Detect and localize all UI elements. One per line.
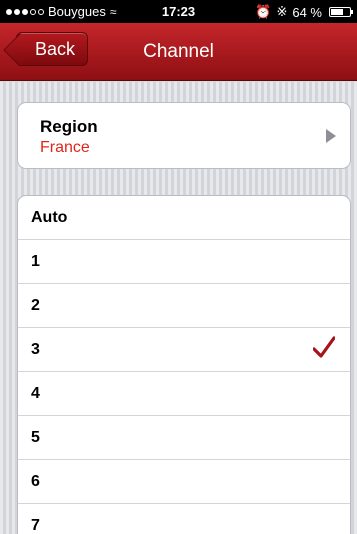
channel-label: 5 <box>31 428 40 446</box>
disclosure-arrow-icon <box>326 129 336 143</box>
channel-row-1[interactable]: 1 <box>18 240 350 284</box>
back-button-label: Back <box>34 38 76 59</box>
channel-row-3[interactable]: 3 <box>18 328 350 372</box>
channel-label: 1 <box>31 252 40 270</box>
content-area: Region France Auto 1 2 3 4 5 6 7 <box>0 82 357 534</box>
battery-percent: 64 % <box>292 4 322 20</box>
channel-row-6[interactable]: 6 <box>18 460 350 504</box>
channel-list: Auto 1 2 3 4 5 6 7 <box>17 195 351 534</box>
channel-row-2[interactable]: 2 <box>18 284 350 328</box>
status-bar: Bouygues ≈ 17:23 ⏰ ※ 64 % <box>0 0 357 23</box>
region-selector[interactable]: Region France <box>17 102 351 169</box>
channel-label: 3 <box>31 340 40 358</box>
battery-icon <box>329 7 353 17</box>
status-right: ⏰ ※ 64 % <box>255 4 353 20</box>
bluetooth-icon: ※ <box>276 4 288 19</box>
channel-label: 4 <box>31 384 40 402</box>
navigation-bar: Back Channel <box>0 23 357 81</box>
channel-row-auto[interactable]: Auto <box>18 196 350 240</box>
channel-row-7[interactable]: 7 <box>18 504 350 534</box>
channel-row-5[interactable]: 5 <box>18 416 350 460</box>
region-value: France <box>40 139 90 156</box>
channel-label: 6 <box>31 472 40 490</box>
region-label: Region <box>40 117 98 136</box>
channel-label: Auto <box>31 208 68 226</box>
alarm-icon: ⏰ <box>255 4 272 19</box>
channel-label: 2 <box>31 296 40 314</box>
checkmark-icon <box>313 336 335 358</box>
channel-label: 7 <box>31 516 40 534</box>
channel-row-4[interactable]: 4 <box>18 372 350 416</box>
